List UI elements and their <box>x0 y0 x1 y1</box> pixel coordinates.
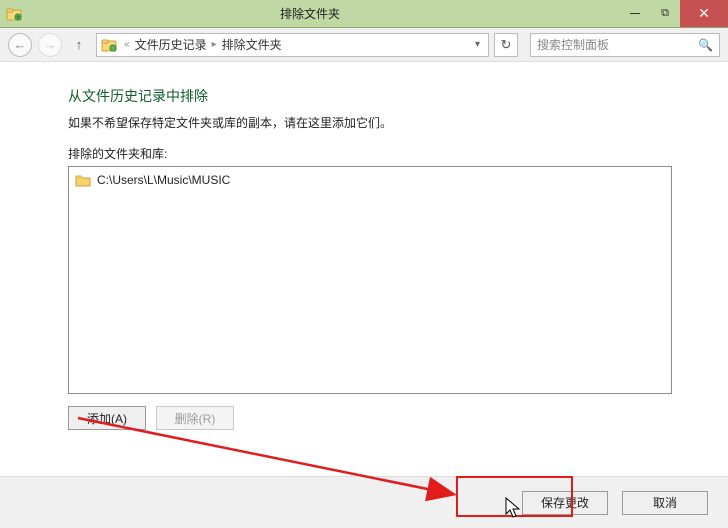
back-button[interactable]: ← <box>8 33 32 57</box>
title-bar: 排除文件夹 ⧉ ✕ <box>0 0 728 28</box>
cancel-button[interactable]: 取消 <box>622 491 708 515</box>
folder-icon <box>75 173 91 187</box>
footer: 保存更改 取消 <box>0 476 728 528</box>
toolbar: ← → ↑ « 文件历史记录 ▸ 排除文件夹 ▾ ↻ 搜索控制面板 🔍 <box>0 28 728 62</box>
save-changes-button[interactable]: 保存更改 <box>522 491 608 515</box>
page-heading: 从文件历史记录中排除 <box>68 86 672 106</box>
breadcrumb-overflow[interactable]: « <box>121 39 133 50</box>
forward-button[interactable]: → <box>38 33 62 57</box>
refresh-button[interactable]: ↻ <box>494 33 518 57</box>
breadcrumb-sep-icon: ▸ <box>209 39 220 50</box>
minimize-button[interactable] <box>620 0 650 27</box>
address-dropdown-icon[interactable]: ▾ <box>471 39 484 50</box>
list-buttons: 添加(A) 删除(R) <box>68 406 672 430</box>
breadcrumb-seg-1[interactable]: 文件历史记录 <box>133 36 209 53</box>
search-placeholder: 搜索控制面板 <box>537 36 609 53</box>
excluded-list[interactable]: C:\Users\L\Music\MUSIC <box>68 166 672 394</box>
maximize-button[interactable]: ⧉ <box>650 0 680 27</box>
address-bar[interactable]: « 文件历史记录 ▸ 排除文件夹 ▾ <box>96 33 489 57</box>
window-icon <box>6 6 22 22</box>
list-label: 排除的文件夹和库: <box>68 145 672 162</box>
up-button[interactable]: ↑ <box>68 34 90 56</box>
address-icon <box>101 37 117 53</box>
add-button[interactable]: 添加(A) <box>68 406 146 430</box>
breadcrumb-seg-2[interactable]: 排除文件夹 <box>220 36 284 53</box>
list-item[interactable]: C:\Users\L\Music\MUSIC <box>75 171 665 189</box>
window-controls: ⧉ ✕ <box>620 0 728 27</box>
search-icon: 🔍 <box>698 38 713 52</box>
window-title: 排除文件夹 <box>280 5 340 22</box>
search-input[interactable]: 搜索控制面板 🔍 <box>530 33 720 57</box>
remove-button: 删除(R) <box>156 406 234 430</box>
content-area: 从文件历史记录中排除 如果不希望保存特定文件夹或库的副本，请在这里添加它们。 排… <box>0 62 728 476</box>
page-subtext: 如果不希望保存特定文件夹或库的副本，请在这里添加它们。 <box>68 114 672 131</box>
close-button[interactable]: ✕ <box>680 0 728 27</box>
list-item-path: C:\Users\L\Music\MUSIC <box>97 173 230 187</box>
